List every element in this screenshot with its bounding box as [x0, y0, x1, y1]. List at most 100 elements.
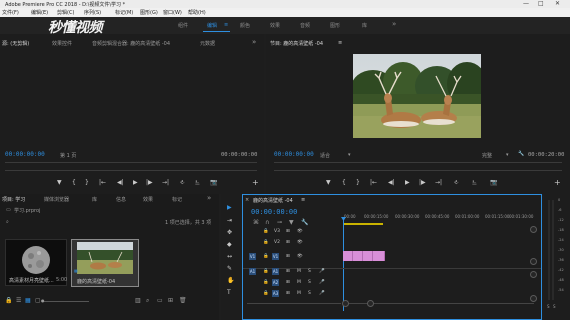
tab-markers[interactable]: 标记	[172, 196, 182, 203]
track-lock-icon[interactable]: 🔒	[263, 229, 269, 234]
track-lock-icon[interactable]: 🔒	[263, 269, 269, 274]
track-eye-icon[interactable]: 👁	[297, 240, 303, 245]
workspace-more-icon[interactable]: »	[392, 20, 396, 28]
ripple-edit-tool-icon[interactable]: ✥	[227, 230, 232, 236]
work-area-bar[interactable]	[343, 223, 383, 225]
lock-icon[interactable]: 🔒	[5, 297, 12, 304]
thumbnail-size-slider[interactable]	[44, 301, 89, 302]
scroll-handle-left[interactable]	[342, 300, 349, 307]
tab-info[interactable]: 信息	[116, 196, 126, 203]
program-play-icon[interactable]: ▶	[405, 180, 410, 186]
workspace-assembly[interactable]: 组件	[178, 22, 188, 29]
slider-handle[interactable]: ●	[41, 298, 45, 303]
timeline-timecode[interactable]: 00:00:00:00	[251, 208, 297, 216]
project-item-moon[interactable]: 高清素材月亮壁纸... 5:00	[5, 239, 67, 286]
program-fit-select[interactable]: 适合	[320, 152, 330, 159]
track-mic-icon[interactable]: 🎤	[319, 280, 325, 285]
tab-libraries[interactable]: 库	[92, 196, 97, 203]
vscroll-handle-bottom[interactable]	[530, 295, 537, 302]
source-timecode[interactable]: 00:00:00:00	[5, 151, 45, 158]
tab-metadata[interactable]: 元数据	[200, 40, 215, 47]
project-item-deer[interactable]: ▦ 鹿的高清壁纸-04	[71, 239, 139, 287]
video-clip[interactable]	[343, 251, 353, 261]
menu-file[interactable]: 文件(F)	[2, 9, 19, 16]
source-scrubber[interactable]	[5, 162, 257, 163]
workspace-libraries[interactable]: 库	[362, 22, 367, 29]
new-bin-icon[interactable]: ▭	[157, 297, 163, 304]
nest-icon[interactable]: ⌘	[253, 219, 259, 226]
program-extract-icon[interactable]: ⎁	[472, 180, 477, 186]
tab-effects[interactable]: 效果	[143, 196, 153, 203]
scroll-handle-right[interactable]	[367, 300, 374, 307]
menu-window[interactable]: 窗口(W)	[163, 9, 182, 16]
menu-graphics[interactable]: 图形(G)	[140, 9, 158, 16]
track-sync-icon[interactable]: ⊞	[286, 240, 290, 245]
track-sync-icon[interactable]: ⊞	[286, 229, 290, 234]
vscroll-handle-audio[interactable]	[530, 271, 537, 278]
program-timecode[interactable]: 00:00:00:00	[274, 151, 314, 158]
track-label-a2[interactable]: A2	[272, 279, 279, 286]
tab-program[interactable]: 节目: 鹿的高清壁纸 -04	[270, 40, 323, 47]
tab-media-browser[interactable]: 媒体浏览器	[44, 196, 69, 203]
track-mic-icon[interactable]: 🎤	[319, 269, 325, 274]
search-icon[interactable]: ⌕	[6, 219, 9, 225]
program-go-to-in-icon[interactable]: |←	[370, 180, 377, 186]
snap-icon[interactable]: ∩	[265, 219, 269, 226]
program-mark-out-icon[interactable]: }	[356, 180, 360, 186]
slip-tool-icon[interactable]: ↔	[227, 254, 232, 260]
meter-solo-left[interactable]: S	[547, 304, 550, 309]
tab-more-icon-project[interactable]: »	[207, 194, 211, 202]
vscroll-handle-top[interactable]	[530, 226, 537, 233]
track-label-v2[interactable]: V2	[274, 240, 280, 245]
razor-tool-icon[interactable]: ◆	[227, 242, 232, 248]
track-sync-icon[interactable]: ⊞	[286, 254, 290, 259]
video-clip[interactable]	[373, 251, 385, 261]
type-tool-icon[interactable]: T	[227, 290, 231, 296]
timeline-settings-icon[interactable]: 🔧	[301, 219, 308, 226]
source-page-select[interactable]: 第 1 页	[60, 152, 76, 159]
program-add-button-icon[interactable]: +	[554, 179, 561, 187]
video-clip[interactable]	[353, 251, 363, 261]
freeform-view-icon[interactable]: ▢	[35, 297, 41, 304]
source-add-marker-icon[interactable]: ▼	[57, 180, 62, 186]
tab-audio-clip-mixer[interactable]: 音频剪辑混合器: 鹿的高清壁纸 -04	[92, 40, 170, 47]
list-view-icon[interactable]: ☰	[16, 297, 21, 304]
program-step-forward-icon[interactable]: |▶	[419, 180, 426, 186]
workspace-audio[interactable]: 音频	[300, 22, 310, 29]
timeline-tab-menu-icon[interactable]: ≡	[301, 197, 305, 203]
linked-selection-icon[interactable]: ⊸	[277, 219, 282, 226]
add-marker-icon[interactable]: ▼	[289, 219, 294, 226]
source-insert-icon[interactable]: ⎀	[180, 180, 185, 186]
track-solo-button[interactable]: S	[308, 291, 311, 296]
wrench-icon[interactable]: 🔧	[518, 151, 524, 157]
source-patch-v1[interactable]: V1	[249, 253, 256, 260]
source-play-icon[interactable]: ▶	[133, 180, 138, 186]
playhead[interactable]	[343, 219, 344, 311]
track-lock-icon[interactable]: 🔒	[263, 254, 269, 259]
source-patch-a1[interactable]: A1	[249, 268, 256, 275]
clear-icon[interactable]: 🗑	[179, 297, 187, 304]
program-tab-menu-icon[interactable]: ≡	[338, 40, 342, 46]
source-step-back-icon[interactable]: ◀|	[117, 180, 124, 186]
workspace-menu-icon[interactable]: ≡	[224, 22, 228, 28]
workspace-color[interactable]: 颜色	[240, 22, 250, 29]
maximize-button[interactable]: □	[538, 0, 544, 7]
program-quality-chevron-icon[interactable]: ▾	[506, 152, 509, 158]
track-mute-button[interactable]: M	[297, 269, 301, 274]
track-sync-icon[interactable]: ⊞	[286, 291, 290, 296]
project-search-input[interactable]	[13, 218, 163, 224]
track-lock-icon[interactable]: 🔒	[263, 291, 269, 296]
playhead-handle[interactable]	[341, 217, 346, 221]
find-icon[interactable]: ⌕	[146, 297, 149, 305]
source-add-button-icon[interactable]: +	[252, 179, 259, 187]
icon-view-icon[interactable]: ▦	[25, 297, 31, 304]
tab-sequence[interactable]: 鹿的高清壁纸 -04	[253, 197, 293, 204]
menu-help[interactable]: 帮助(H)	[188, 9, 206, 16]
track-lock-icon[interactable]: 🔒	[263, 240, 269, 245]
timeline-close-icon[interactable]: ×	[245, 197, 249, 203]
program-go-to-out-icon[interactable]: →|	[435, 180, 442, 186]
tab-project[interactable]: 项目: 学习	[2, 196, 25, 203]
tab-effect-controls[interactable]: 效果控件	[52, 40, 72, 47]
track-solo-button[interactable]: S	[308, 280, 311, 285]
track-mute-button[interactable]: M	[297, 291, 301, 296]
